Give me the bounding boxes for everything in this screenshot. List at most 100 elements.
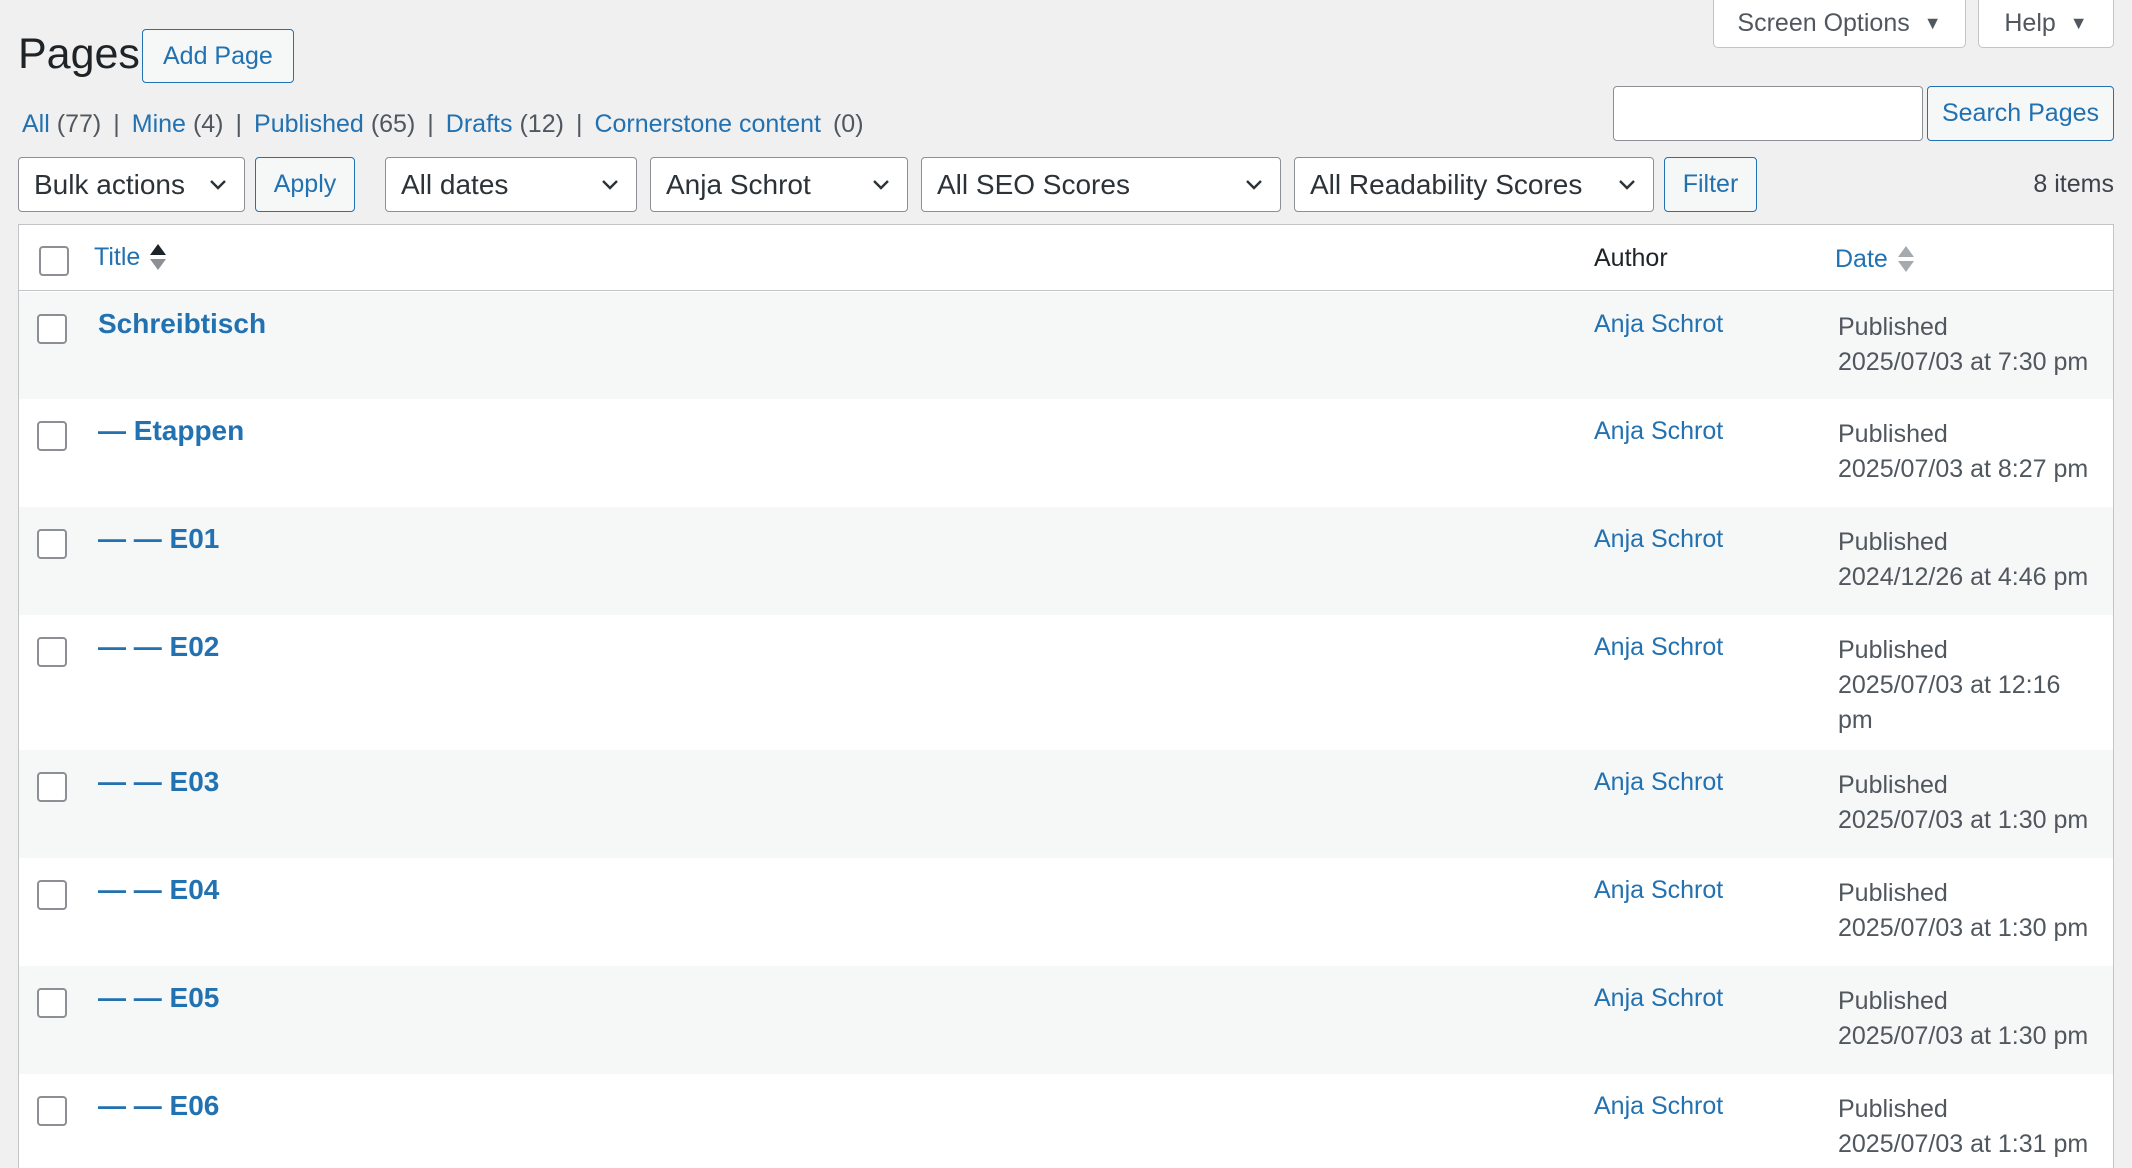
search-pages-button[interactable]: Search Pages bbox=[1927, 86, 2114, 141]
bulk-actions-value: Bulk actions bbox=[34, 168, 185, 200]
chevron-down-icon bbox=[210, 179, 226, 190]
page-title-link[interactable]: — — E05 bbox=[98, 982, 219, 1014]
status-text: Published bbox=[1838, 987, 1948, 1015]
status-text: Published bbox=[1838, 420, 1948, 448]
seo-score-select[interactable]: All SEO Scores bbox=[921, 157, 1281, 212]
date-text: 2025/07/03 at 8:27 pm bbox=[1838, 455, 2089, 483]
status-text: Published bbox=[1838, 771, 1948, 799]
row-checkbox[interactable] bbox=[37, 314, 67, 344]
date-cell: Published 2025/07/03 at 1:30 pm bbox=[1838, 876, 2100, 946]
divider: | bbox=[575, 110, 583, 138]
status-text: Published bbox=[1838, 313, 1948, 341]
add-page-button[interactable]: Add Page bbox=[142, 29, 294, 83]
status-text: Published bbox=[1838, 879, 1948, 907]
author-link[interactable]: Anja Schrot bbox=[1594, 310, 1723, 339]
readability-score-value: All Readability Scores bbox=[1310, 168, 1583, 200]
author-select[interactable]: Anja Schrot bbox=[650, 157, 908, 212]
author-link[interactable]: Anja Schrot bbox=[1594, 417, 1723, 446]
view-all-count: (77) bbox=[56, 110, 102, 138]
author-link[interactable]: Anja Schrot bbox=[1594, 876, 1723, 905]
apply-button[interactable]: Apply bbox=[255, 157, 355, 212]
status-text: Published bbox=[1838, 636, 1948, 664]
page-title-link[interactable]: — — E01 bbox=[98, 523, 219, 555]
divider: | bbox=[113, 110, 120, 138]
divider: | bbox=[427, 110, 434, 138]
row-checkbox[interactable] bbox=[37, 988, 67, 1018]
caret-down-icon: ▼ bbox=[2069, 13, 2088, 33]
date-text: 2025/07/03 at 1:30 pm bbox=[1838, 914, 2089, 942]
status-text: Published bbox=[1838, 528, 1948, 556]
author-link[interactable]: Anja Schrot bbox=[1594, 1092, 1723, 1121]
author-link[interactable]: Anja Schrot bbox=[1594, 633, 1723, 662]
dates-select[interactable]: All dates bbox=[385, 157, 637, 212]
divider: | bbox=[235, 110, 243, 138]
page-title-link[interactable]: — — E06 bbox=[98, 1090, 219, 1122]
table-row: — — E02 Anja Schrot Published 2025/07/03 … bbox=[19, 615, 2113, 750]
view-mine-link[interactable]: Mine bbox=[132, 110, 186, 139]
author-link[interactable]: Anja Schrot bbox=[1594, 525, 1723, 554]
page-title-link[interactable]: Schreibtisch bbox=[98, 308, 266, 340]
filter-button[interactable]: Filter bbox=[1664, 157, 1757, 212]
author-link[interactable]: Anja Schrot bbox=[1594, 768, 1723, 797]
page-title-link[interactable]: — — E03 bbox=[98, 766, 219, 798]
column-title-label: Title bbox=[94, 242, 141, 271]
date-cell: Published 2025/07/03 at 1:31 pm bbox=[1838, 1092, 2100, 1162]
table-row: Schreibtisch Anja Schrot Published 2025/0… bbox=[19, 292, 2113, 399]
author-value: Anja Schrot bbox=[666, 168, 811, 200]
column-author-label: Author bbox=[1594, 244, 1668, 272]
table-row: — Etappen Anja Schrot Published 2025/07/0… bbox=[19, 399, 2113, 507]
page-title-link[interactable]: — — E02 bbox=[98, 631, 219, 663]
date-text: 2025/07/03 at 1:30 pm bbox=[1838, 1022, 2089, 1050]
chevron-down-icon bbox=[873, 179, 889, 190]
view-published-link[interactable]: Published bbox=[254, 110, 364, 139]
search-input[interactable] bbox=[1613, 86, 1923, 141]
caret-down-icon: ▼ bbox=[1923, 13, 1942, 33]
items-count: 8 items bbox=[2033, 170, 2114, 198]
screen-options-label: Screen Options bbox=[1737, 9, 1910, 37]
view-filters: All (77) | Mine (4) | Published (65) | D… bbox=[22, 110, 864, 139]
date-cell: Published 2025/07/03 at 7:30 pm bbox=[1838, 310, 2100, 380]
dates-value: All dates bbox=[401, 168, 509, 200]
date-text: 2025/07/03 at 1:31 pm bbox=[1838, 1130, 2089, 1158]
readability-score-select[interactable]: All Readability Scores bbox=[1294, 157, 1654, 212]
view-cornerstone-link[interactable]: Cornerstone content bbox=[594, 110, 821, 139]
view-drafts-link[interactable]: Drafts bbox=[446, 110, 513, 139]
chevron-down-icon bbox=[1619, 179, 1635, 190]
screen-options-button[interactable]: Screen Options ▼ bbox=[1713, 0, 1966, 48]
date-text: 2025/07/03 at 7:30 pm bbox=[1838, 348, 2089, 376]
pages-screen: Screen Options ▼ Help ▼ Pages Add Page A… bbox=[0, 0, 2132, 1168]
page-title-link[interactable]: — — E04 bbox=[98, 874, 219, 906]
row-checkbox[interactable] bbox=[37, 772, 67, 802]
table-row: — — E04 Anja Schrot Published 2025/07/03 … bbox=[19, 858, 2113, 966]
date-cell: Published 2025/07/03 at 1:30 pm bbox=[1838, 984, 2100, 1054]
row-checkbox[interactable] bbox=[37, 1096, 67, 1126]
column-date-sort[interactable]: Date bbox=[1835, 244, 1914, 274]
page-title-link[interactable]: — Etappen bbox=[98, 415, 244, 447]
author-link[interactable]: Anja Schrot bbox=[1594, 984, 1723, 1013]
date-cell: Published 2025/07/03 at 12:16 pm bbox=[1838, 633, 2100, 738]
date-text: 2025/07/03 at 12:16 pm bbox=[1838, 671, 2061, 734]
sort-icon bbox=[1897, 244, 1914, 274]
bulk-actions-select[interactable]: Bulk actions bbox=[18, 157, 245, 212]
table-row: — — E03 Anja Schrot Published 2025/07/03 … bbox=[19, 750, 2113, 858]
column-title-sort[interactable]: Title bbox=[94, 242, 167, 272]
help-button[interactable]: Help ▼ bbox=[1978, 0, 2114, 48]
date-text: 2024/12/26 at 4:46 pm bbox=[1838, 563, 2089, 591]
view-mine-count: (4) bbox=[192, 110, 224, 138]
chevron-down-icon bbox=[602, 179, 618, 190]
view-published-count: (65) bbox=[370, 110, 416, 138]
seo-score-value: All SEO Scores bbox=[937, 168, 1130, 200]
row-checkbox[interactable] bbox=[37, 421, 67, 451]
view-drafts-count: (12) bbox=[519, 110, 564, 138]
table-row: — — E06 Anja Schrot Published 2025/07/03 … bbox=[19, 1074, 2113, 1168]
row-checkbox[interactable] bbox=[37, 637, 67, 667]
select-all-checkbox[interactable] bbox=[39, 246, 69, 276]
help-label: Help bbox=[2004, 9, 2056, 37]
row-checkbox[interactable] bbox=[37, 529, 67, 559]
date-cell: Published 2025/07/03 at 1:30 pm bbox=[1838, 768, 2100, 838]
row-checkbox[interactable] bbox=[37, 880, 67, 910]
view-all-link[interactable]: All bbox=[22, 110, 50, 139]
date-cell: Published 2024/12/26 at 4:46 pm bbox=[1838, 525, 2100, 595]
table-row: — — E05 Anja Schrot Published 2025/07/03 … bbox=[19, 966, 2113, 1074]
sort-ascending-icon bbox=[150, 242, 167, 272]
